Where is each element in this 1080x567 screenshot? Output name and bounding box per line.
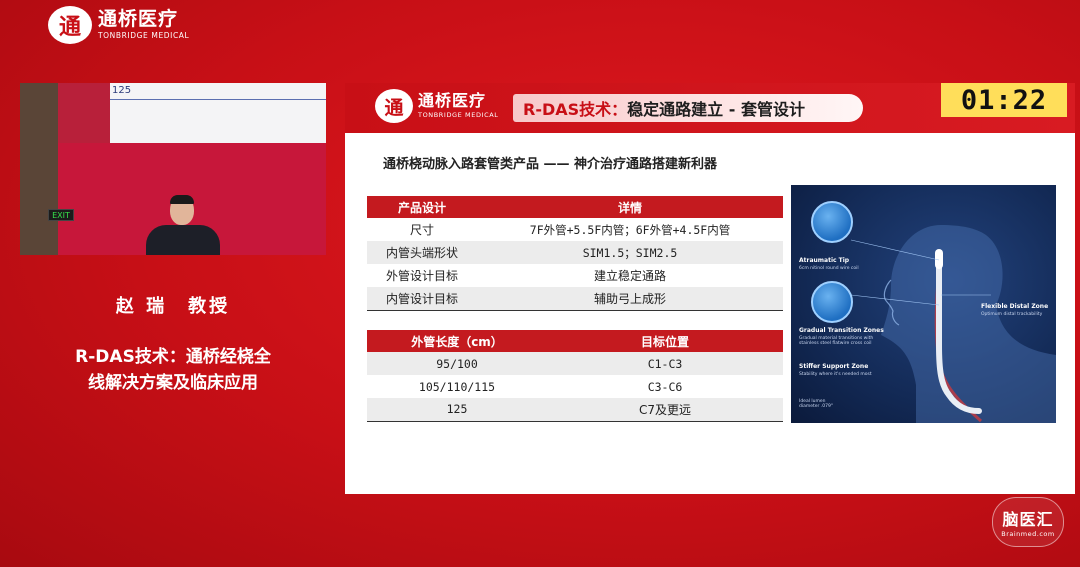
presentation-slide[interactable]: 通 通桥医疗 TONBRIDGE MEDICAL R-DAS技术： 稳定通路建立… [345,83,1075,494]
table-cell: 建立稳定通路 [593,269,666,283]
label-atraumatic-tip: Atraumatic Tip [799,257,850,264]
slide-section-tag: R-DAS技术： 稳定通路建立 - 套管设计 [513,94,863,122]
projector-screen [110,83,326,143]
screen-number: 125 [112,85,132,96]
slide-tag-rest: 稳定通路建立 - 套管设计 [627,100,805,119]
table-cell: 125 [367,398,547,422]
slide-logo: 通 通桥医疗 TONBRIDGE MEDICAL [375,89,499,123]
table-row: 尺寸 7F外管+5.5F内管；6F外管+4.5F内管 [367,218,783,241]
table-header-cell: 产品设计 [367,196,477,218]
table-cell: C1-C3 [547,352,783,375]
slide-brand-name-cn: 通桥医疗 [418,91,487,111]
speaker-name: 赵 瑞 教授 [115,296,231,317]
table-header-cell: 外管长度（cm） [367,330,547,352]
slide-brand-mark-icon: 通 [375,89,413,123]
label-ideal-lumen: Ideal lumen diameter .079" [799,399,833,409]
label-gradual-zones: Gradual Transition Zones [799,327,884,334]
product-design-table: 产品设计 详情 尺寸 7F外管+5.5F内管；6F外管+4.5F内管 内管头端形… [367,196,783,311]
table-cell: C3-C6 [647,379,683,394]
table-header-cell: 详情 [477,196,783,218]
label-stiffer-zone: Stiffer Support Zone [799,363,869,370]
sub-flexible-zone: Optimum distal trackability [981,312,1043,317]
table-header-row: 外管长度（cm） 目标位置 [367,330,783,352]
speaker-body [146,225,220,255]
sub-atraumatic-tip: 6cm nitinol round wire coil [799,266,859,271]
watermark-name-en: Brainmed.com [1001,530,1055,538]
table-row: 外管设计目标 建立稳定通路 [367,264,783,287]
table-row: 内管头端形状 SIM1.5；SIM2.5 [367,241,783,264]
table-row: 125 C7及更远 [367,398,783,422]
table-cell: C7及更远 [547,398,783,422]
slide-header: 通 通桥医疗 TONBRIDGE MEDICAL R-DAS技术： 稳定通路建立… [345,83,1075,133]
catheter-illustration: Atraumatic Tip 6cm nitinol round wire co… [791,185,1056,423]
countdown-timer: 01:22 [941,83,1067,117]
speaker-hair [170,195,194,204]
table-cell: SIM1.5；SIM2.5 [477,241,783,264]
table-row: 内管设计目标 辅助弓上成形 [367,287,783,311]
gradual-zone-magnifier-icon [811,281,853,323]
table-header-row: 产品设计 详情 [367,196,783,218]
table-cell: 辅助弓上成形 [477,287,783,311]
table-cell: 105/110/115 [418,379,496,394]
watermark: 脑医汇 Brainmed.com [992,497,1064,547]
speaker-video[interactable]: 125 EXIT 赵 瑞 [20,83,326,255]
brand-text: 通桥医疗 TONBRIDGE MEDICAL [98,10,189,40]
atraumatic-tip-magnifier-icon [811,201,853,243]
table-cell: 95/100 [367,352,547,375]
table-header-cell: 目标位置 [547,330,783,352]
brand-logo: 通 通桥医疗 TONBRIDGE MEDICAL [48,6,189,44]
head-silhouette [881,225,1056,423]
table-cell: 尺寸 [409,223,434,237]
table-row: 95/100 C1-C3 [367,352,783,375]
table-cell: 内管设计目标 [367,287,477,311]
sub-gradual-zones: Gradual material transitions with stainl… [799,336,874,346]
screen-rule [110,99,326,100]
brand-name-cn: 通桥医疗 [98,8,179,31]
length-target-table: 外管长度（cm） 目标位置 95/100 C1-C3 105/110/115 C… [367,330,783,422]
slide-subtitle: 通桥桡动脉入路套管类产品 —— 神介治疗通路搭建新利器 [383,157,718,172]
table-cell: 内管头端形状 [367,241,477,264]
slide-brand-name-en: TONBRIDGE MEDICAL [418,111,499,120]
slide-brand-text: 通桥医疗 TONBRIDGE MEDICAL [418,93,499,119]
talk-title-line2: 线解决方案及临床应用 [88,373,258,393]
talk-title-line1: R-DAS技术：通桥经桡全 [75,347,271,367]
talk-title: R-DAS技术：通桥经桡全 线解决方案及临床应用 [20,344,326,396]
table-cell: 7F外管+5.5F内管；6F外管+4.5F内管 [529,222,731,237]
table-cell: 外管设计目标 [385,269,458,283]
exit-sign: EXIT [48,209,74,221]
sub-stiffer-zone: Stability where it's needed most [799,372,872,377]
brand-mark-icon: 通 [48,6,92,44]
brand-name-en: TONBRIDGE MEDICAL [98,31,190,41]
slide-tag-prefix: R-DAS技术： [523,100,628,119]
wall-panel [20,83,58,255]
table-row: 105/110/115 C3-C6 [367,375,783,398]
watermark-name-cn: 脑医汇 [1002,510,1054,529]
label-flexible-zone: Flexible Distal Zone [981,303,1049,310]
